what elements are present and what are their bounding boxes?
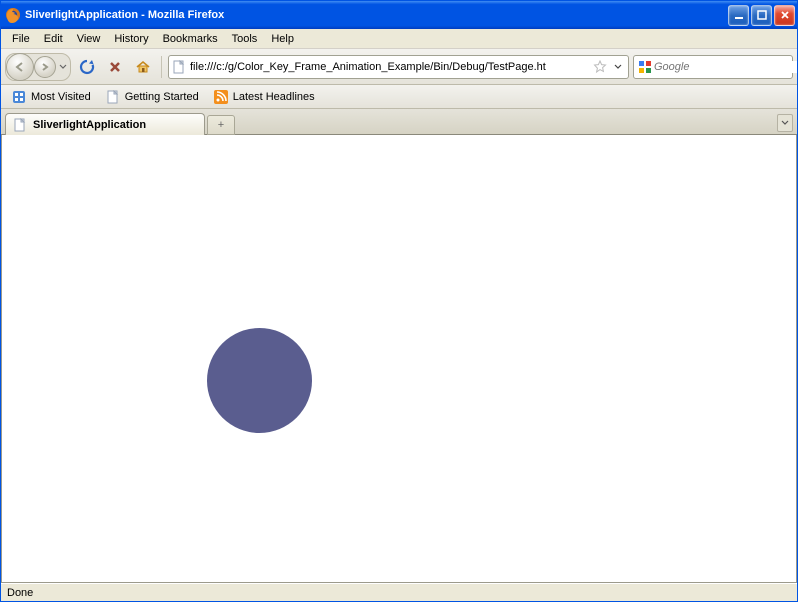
nav-toolbar: file:///c:/g/Color_Key_Frame_Animation_E… xyxy=(1,49,797,85)
tab-strip: SliverlightApplication + xyxy=(1,109,797,135)
list-all-tabs-button[interactable] xyxy=(777,114,793,132)
new-tab-button[interactable]: + xyxy=(207,115,235,135)
tab-active[interactable]: SliverlightApplication xyxy=(5,113,205,135)
history-dropdown[interactable] xyxy=(56,63,70,71)
rss-icon xyxy=(213,89,229,105)
tab-title: SliverlightApplication xyxy=(33,119,198,131)
bookmark-label: Getting Started xyxy=(125,91,199,103)
menu-edit[interactable]: Edit xyxy=(37,31,70,47)
page-content xyxy=(1,135,797,583)
silverlight-circle xyxy=(207,328,312,433)
maximize-button[interactable] xyxy=(751,5,772,26)
menu-view[interactable]: View xyxy=(70,31,108,47)
bookmarks-toolbar: Most Visited Getting Started Latest Head… xyxy=(1,85,797,109)
titlebar: SliverlightApplication - Mozilla Firefox xyxy=(1,1,797,29)
url-dropdown[interactable] xyxy=(610,63,626,71)
most-visited-icon xyxy=(11,89,27,105)
url-bar[interactable]: file:///c:/g/Color_Key_Frame_Animation_E… xyxy=(168,55,629,79)
home-button[interactable] xyxy=(131,55,155,79)
firefox-icon xyxy=(5,7,21,23)
back-forward-group xyxy=(5,53,71,81)
bookmark-star-icon[interactable] xyxy=(593,60,607,74)
menu-tools[interactable]: Tools xyxy=(225,31,265,47)
close-button[interactable] xyxy=(774,5,795,26)
search-input[interactable] xyxy=(654,61,797,73)
window-title: SliverlightApplication - Mozilla Firefox xyxy=(25,9,728,21)
forward-button[interactable] xyxy=(34,56,56,78)
back-button[interactable] xyxy=(6,53,34,81)
reload-button[interactable] xyxy=(75,55,99,79)
stop-button[interactable] xyxy=(103,55,127,79)
browser-window: SliverlightApplication - Mozilla Firefox… xyxy=(0,0,798,602)
page-favicon xyxy=(171,59,187,75)
url-text: file:///c:/g/Color_Key_Frame_Animation_E… xyxy=(190,61,590,73)
bookmark-latest-headlines[interactable]: Latest Headlines xyxy=(207,87,321,107)
search-bar[interactable] xyxy=(633,55,793,79)
status-text: Done xyxy=(7,587,33,599)
page-icon xyxy=(105,89,121,105)
google-icon xyxy=(638,60,652,74)
bookmark-label: Most Visited xyxy=(31,91,91,103)
menu-file[interactable]: File xyxy=(5,31,37,47)
status-bar: Done xyxy=(1,583,797,601)
window-buttons xyxy=(728,5,795,26)
separator xyxy=(161,56,162,78)
tab-favicon xyxy=(12,117,28,133)
menu-help[interactable]: Help xyxy=(264,31,301,47)
bookmark-label: Latest Headlines xyxy=(233,91,315,103)
menu-bookmarks[interactable]: Bookmarks xyxy=(156,31,225,47)
bookmark-most-visited[interactable]: Most Visited xyxy=(5,87,97,107)
plus-icon: + xyxy=(218,119,224,131)
menu-history[interactable]: History xyxy=(107,31,155,47)
bookmark-getting-started[interactable]: Getting Started xyxy=(99,87,205,107)
minimize-button[interactable] xyxy=(728,5,749,26)
menubar: File Edit View History Bookmarks Tools H… xyxy=(1,29,797,49)
